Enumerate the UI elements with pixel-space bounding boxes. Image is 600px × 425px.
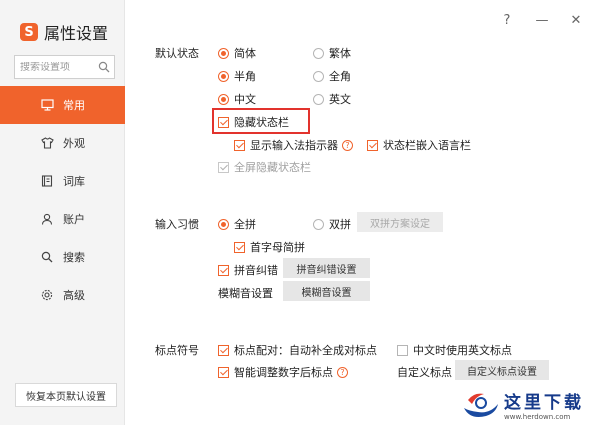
- radio-dot[interactable]: [218, 93, 229, 105]
- sidebar-item-search[interactable]: 搜索: [0, 238, 125, 276]
- gear-icon: [40, 288, 54, 302]
- checkbox-label: 中文时使用英文标点: [413, 344, 512, 357]
- radio-dot[interactable]: [218, 47, 229, 59]
- radio-dot[interactable]: [313, 70, 324, 82]
- checkbox-box[interactable]: [218, 264, 229, 276]
- settings-search-box[interactable]: [14, 55, 115, 79]
- checkbox-auto-pair-punctuation[interactable]: 标点配对：自动补全成对标点: [218, 342, 377, 358]
- checkbox-label: 全屏隐藏状态栏: [234, 161, 311, 174]
- default-state-heading: 默认状态: [155, 47, 199, 60]
- checkbox-pinyin-correction[interactable]: 拼音纠错: [218, 262, 278, 278]
- checkbox-label: 首字母简拼: [250, 241, 305, 254]
- sidebar-item-label: 常用: [63, 99, 85, 112]
- search-icon: [40, 250, 54, 264]
- checkbox-box[interactable]: [397, 344, 408, 356]
- checkbox-label: 标点配对：自动补全成对标点: [234, 344, 377, 357]
- radio-label: 中文: [234, 93, 256, 106]
- sidebar-item-appearance[interactable]: 外观: [0, 124, 125, 162]
- sidebar-item-label: 账户: [63, 213, 85, 226]
- radio-dot[interactable]: [313, 93, 324, 105]
- radio-traditional[interactable]: 繁体: [313, 45, 351, 61]
- checkbox-label: 显示输入法指示器: [250, 139, 338, 152]
- radio-label: 半角: [234, 70, 256, 83]
- app-title: S 属性设置: [20, 20, 108, 44]
- sidebar-item-account[interactable]: 账户: [0, 200, 125, 238]
- checkbox-box[interactable]: [234, 241, 245, 253]
- checkbox-show-indicator[interactable]: 显示输入法指示器 ?: [234, 137, 353, 153]
- settings-search-input[interactable]: [20, 61, 94, 73]
- radio-full-pinyin[interactable]: 全拼: [218, 216, 256, 232]
- punctuation-heading: 标点符号: [155, 344, 199, 357]
- radio-simplified[interactable]: 简体: [218, 45, 256, 61]
- monitor-icon: [40, 98, 54, 112]
- sidebar-item-label: 高级: [63, 289, 85, 302]
- sidebar-nav: 常用 外观 词库 账户 搜索 高级: [0, 86, 125, 314]
- sidebar-item-label: 词库: [63, 175, 85, 188]
- radio-double-pinyin[interactable]: 双拼: [313, 216, 351, 232]
- shirt-icon: [40, 136, 54, 150]
- radio-english[interactable]: 英文: [313, 91, 351, 107]
- sidebar-item-label: 搜索: [63, 251, 85, 264]
- checkbox-label: 状态栏嵌入语言栏: [383, 139, 471, 152]
- help-circle-icon[interactable]: ?: [342, 139, 353, 151]
- sidebar-item-dictionary[interactable]: 词库: [0, 162, 125, 200]
- checkbox-box[interactable]: [234, 139, 245, 151]
- search-icon[interactable]: [96, 59, 112, 75]
- input-habit-heading: 输入习惯: [155, 218, 199, 231]
- highlight-annotation-box: [212, 108, 310, 134]
- watermark-url: www.herdown.com: [504, 412, 571, 421]
- checkbox-smart-adjust[interactable]: 智能调整数字后标点 ?: [218, 364, 348, 380]
- checkbox-label: 拼音纠错: [234, 264, 278, 277]
- radio-label: 繁体: [329, 47, 351, 60]
- checkbox-box[interactable]: [218, 366, 229, 378]
- help-button[interactable]: ?: [499, 12, 515, 28]
- checkbox-embed-language-bar[interactable]: 状态栏嵌入语言栏: [367, 137, 471, 153]
- checkbox-initial-abbrev[interactable]: 首字母简拼: [234, 239, 305, 255]
- radio-chinese[interactable]: 中文: [218, 91, 256, 107]
- close-button[interactable]: ✕: [568, 12, 584, 28]
- radio-full-width[interactable]: 全角: [313, 68, 351, 84]
- site-watermark: 这里下载 www.herdown.com: [460, 383, 600, 425]
- user-icon: [40, 212, 54, 226]
- radio-dot[interactable]: [313, 47, 324, 59]
- fuzzy-sound-settings-button[interactable]: 模糊音设置: [283, 281, 370, 301]
- sidebar-item-general[interactable]: 常用: [0, 86, 125, 124]
- radio-label: 英文: [329, 93, 351, 106]
- radio-dot[interactable]: [313, 218, 324, 230]
- checkbox-fullscreen-hide[interactable]: 全屏隐藏状态栏: [218, 159, 311, 175]
- sidebar: S 属性设置 常用 外观 词库: [0, 0, 125, 425]
- help-circle-icon[interactable]: ?: [337, 366, 348, 378]
- window-title: 属性设置: [44, 24, 109, 43]
- book-icon: [40, 174, 54, 188]
- fuzzy-sound-label: 模糊音设置: [218, 287, 273, 300]
- minimize-button[interactable]: —: [534, 12, 550, 28]
- radio-label: 双拼: [329, 218, 351, 231]
- watermark-logo-icon: [460, 386, 502, 422]
- custom-punctuation-settings-button[interactable]: 自定义标点设置: [455, 360, 549, 380]
- custom-punctuation-label: 自定义标点: [397, 366, 452, 379]
- radio-label: 简体: [234, 47, 256, 60]
- checkbox-label: 智能调整数字后标点: [234, 366, 333, 379]
- double-pinyin-scheme-button[interactable]: 双拼方案设定: [357, 212, 443, 232]
- checkbox-box[interactable]: [218, 161, 229, 173]
- restore-defaults-button[interactable]: 恢复本页默认设置: [15, 383, 117, 407]
- radio-label: 全角: [329, 70, 351, 83]
- pinyin-correction-settings-button[interactable]: 拼音纠错设置: [283, 258, 370, 278]
- radio-dot[interactable]: [218, 70, 229, 82]
- sogou-logo-icon: S: [20, 23, 38, 41]
- watermark-text: 这里下载 www.herdown.com: [504, 388, 584, 421]
- watermark-title: 这里下载: [504, 392, 584, 413]
- checkbox-box[interactable]: [367, 139, 378, 151]
- radio-half-width[interactable]: 半角: [218, 68, 256, 84]
- checkbox-box[interactable]: [218, 344, 229, 356]
- checkbox-english-punctuation[interactable]: 中文时使用英文标点: [397, 342, 512, 358]
- sidebar-item-label: 外观: [63, 137, 85, 150]
- radio-dot[interactable]: [218, 218, 229, 230]
- radio-label: 全拼: [234, 218, 256, 231]
- sidebar-item-advanced[interactable]: 高级: [0, 276, 125, 314]
